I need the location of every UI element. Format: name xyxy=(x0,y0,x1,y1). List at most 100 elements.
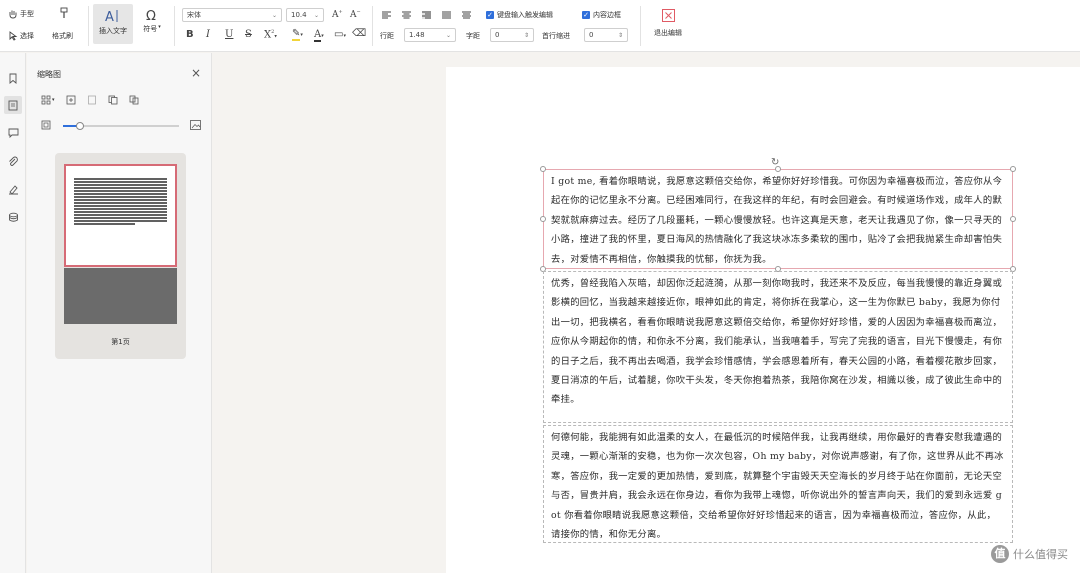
thumb-text-line xyxy=(74,217,167,219)
thumb-text-line xyxy=(74,184,167,186)
symbol-button[interactable]: Ω 符号 ▾ xyxy=(137,8,167,34)
char-spacing-label: 字距 xyxy=(466,32,480,40)
copy-page-icon[interactable] xyxy=(108,95,118,105)
bookmark-icon[interactable] xyxy=(4,69,22,87)
stepper-arrows-icon: ⇕ xyxy=(523,31,529,39)
resize-handle[interactable] xyxy=(540,216,546,222)
font-color-icon[interactable]: A▾ xyxy=(314,29,324,42)
clear-format-icon[interactable]: ▭▾ xyxy=(334,29,346,40)
keyboard-edit-label: 键盘输入触发编辑 xyxy=(497,11,553,19)
select-tool-button[interactable]: 选择 xyxy=(8,31,34,41)
line-spacing-select[interactable]: 1.48 ⌄ xyxy=(404,28,456,42)
font-size-select[interactable]: 10.4 ⌄ xyxy=(286,8,324,22)
thumb-text-line xyxy=(74,196,167,198)
exit-edit-label: 退出编辑 xyxy=(654,29,682,37)
superscript-icon[interactable]: X2▾ xyxy=(264,29,277,40)
svg-text:Ω: Ω xyxy=(146,9,156,22)
paragraph-1[interactable]: I got me, 看着你眼睛说，我愿意这颗倍交给你，希望你好好珍惜我。可你因为… xyxy=(551,172,1005,269)
thumb-text-line xyxy=(74,181,167,183)
align-distributed-icon[interactable] xyxy=(462,11,471,19)
increase-font-icon[interactable]: A+ xyxy=(332,9,343,20)
ribbon-divider xyxy=(372,6,373,46)
italic-icon[interactable]: I xyxy=(206,29,210,40)
strikethrough-icon[interactable]: S xyxy=(245,29,252,40)
checkmark-icon: ✓ xyxy=(582,11,590,19)
checkmark-icon: ✓ xyxy=(486,11,494,19)
thumbnail-toolbar: ▾ xyxy=(41,95,139,105)
first-indent-stepper[interactable]: 0 ⇕ xyxy=(584,28,628,42)
thumb-text-line xyxy=(74,187,167,189)
text-box-active[interactable]: I got me, 看着你眼睛说，我愿意这颗倍交给你，希望你好好珍惜我。可你因为… xyxy=(543,169,1013,269)
page-thumbnail-card[interactable]: 第1页 xyxy=(55,153,186,359)
thumbnail-icon[interactable] xyxy=(4,96,22,114)
highlight-icon[interactable]: ✎▾ xyxy=(292,28,303,41)
ribbon-divider xyxy=(174,6,175,46)
resize-handle[interactable] xyxy=(1010,166,1016,172)
thumb-text-line xyxy=(74,220,167,222)
chevron-down-icon: ⌄ xyxy=(271,11,277,19)
format-brush-icon-button[interactable] xyxy=(58,7,70,19)
watermark-badge: 值 xyxy=(991,545,1009,563)
thumb-text-line xyxy=(74,202,167,204)
watermark: 值 什么值得买 xyxy=(991,545,1068,563)
watermark-text: 什么值得买 xyxy=(1013,548,1068,561)
char-spacing-stepper[interactable]: 0 ⇕ xyxy=(490,28,534,42)
text-box[interactable]: 优秀，曾经我陷入灰暗，却因你泛起涟漪，从那一刻你吻我时，我还来不及反应，每当我慢… xyxy=(543,271,1013,423)
thumb-text-line xyxy=(74,214,167,216)
insert-text-button[interactable]: A 插入文字 xyxy=(93,4,133,44)
resize-handle[interactable] xyxy=(540,166,546,172)
underline-icon[interactable]: U xyxy=(225,29,233,40)
hand-tool-button[interactable]: 手型 xyxy=(8,9,34,19)
eraser-icon[interactable]: ⌫ xyxy=(352,28,366,39)
zoom-in-thumbnail-icon[interactable] xyxy=(190,120,201,132)
thumb-text-line xyxy=(74,190,167,192)
content-border-label: 内容边框 xyxy=(593,11,621,19)
insert-text-label: 插入文字 xyxy=(99,27,127,35)
layers-icon[interactable] xyxy=(4,208,22,226)
paragraph-3[interactable]: 何德何能，我能拥有如此温柔的女人，在最低沉的时候陪伴我，让我再继续，用你最好的青… xyxy=(551,428,1005,544)
thumbnail-size-slider[interactable] xyxy=(63,122,179,130)
content-border-checkbox[interactable]: ✓ 内容边框 xyxy=(582,10,621,20)
delete-page-icon[interactable] xyxy=(87,95,97,105)
page-thumbnail-lower xyxy=(64,268,177,324)
exit-edit-button[interactable]: 退出编辑 xyxy=(648,9,688,38)
close-icon[interactable]: × xyxy=(191,66,201,80)
keyboard-edit-checkbox[interactable]: ✓ 键盘输入触发编辑 xyxy=(486,10,553,20)
paragraph-2[interactable]: 优秀，曾经我陷入灰暗，却因你泛起涟漪，从那一刻你吻我时，我还来不及反应，每当我慢… xyxy=(551,274,1005,410)
format-brush-button[interactable]: 格式刷 xyxy=(52,31,73,41)
symbol-label: 符号 xyxy=(143,25,158,33)
exit-icon xyxy=(661,9,675,22)
grid-view-icon[interactable]: ▾ xyxy=(41,95,55,105)
thumb-text-line xyxy=(74,208,167,210)
first-indent-label: 首行缩进 xyxy=(542,32,570,40)
attachment-icon[interactable] xyxy=(4,152,22,170)
thumb-text-line xyxy=(74,223,135,225)
align-right-icon[interactable] xyxy=(422,11,431,19)
signature-icon[interactable] xyxy=(4,180,22,198)
thumb-text-line xyxy=(74,178,167,180)
align-justify-icon[interactable] xyxy=(442,11,451,19)
format-brush-icon xyxy=(58,7,70,19)
decrease-font-icon[interactable]: A− xyxy=(350,9,361,20)
toolbar-ribbon: 手型 选择 格式刷 A 插入文字 Ω 符号 ▾ 宋体 ⌄ 10.4 ⌄ A+ A… xyxy=(0,0,1080,52)
thumbnail-panel: 缩略图 × ▾ 第1页 xyxy=(27,53,212,573)
zoom-out-thumbnail-icon[interactable] xyxy=(41,120,51,132)
thumb-text-line xyxy=(74,193,167,195)
bold-icon[interactable]: B xyxy=(186,29,194,40)
font-family-select[interactable]: 宋体 ⌄ xyxy=(182,8,282,22)
thumb-text-line xyxy=(74,211,167,213)
document-canvas: I got me, 看着你眼睛说，我愿意这颗倍交给你，希望你好好珍惜我。可你因为… xyxy=(213,53,1080,573)
resize-handle[interactable] xyxy=(1010,216,1016,222)
replace-page-icon[interactable] xyxy=(129,95,139,105)
slider-knob[interactable] xyxy=(76,122,85,130)
chevron-down-icon: ⌄ xyxy=(445,31,451,39)
align-center-icon[interactable] xyxy=(402,11,411,19)
resize-handle[interactable] xyxy=(775,166,781,172)
page-thumbnail xyxy=(64,164,177,267)
chevron-down-icon: ▾ xyxy=(158,24,161,30)
text-box[interactable]: 何德何能，我能拥有如此温柔的女人，在最低沉的时候陪伴我，让我再继续，用你最好的青… xyxy=(543,425,1013,543)
line-spacing-value: 1.48 xyxy=(409,31,425,39)
insert-page-icon[interactable] xyxy=(66,95,76,105)
align-left-icon[interactable] xyxy=(382,11,391,19)
comment-icon[interactable] xyxy=(4,124,22,142)
